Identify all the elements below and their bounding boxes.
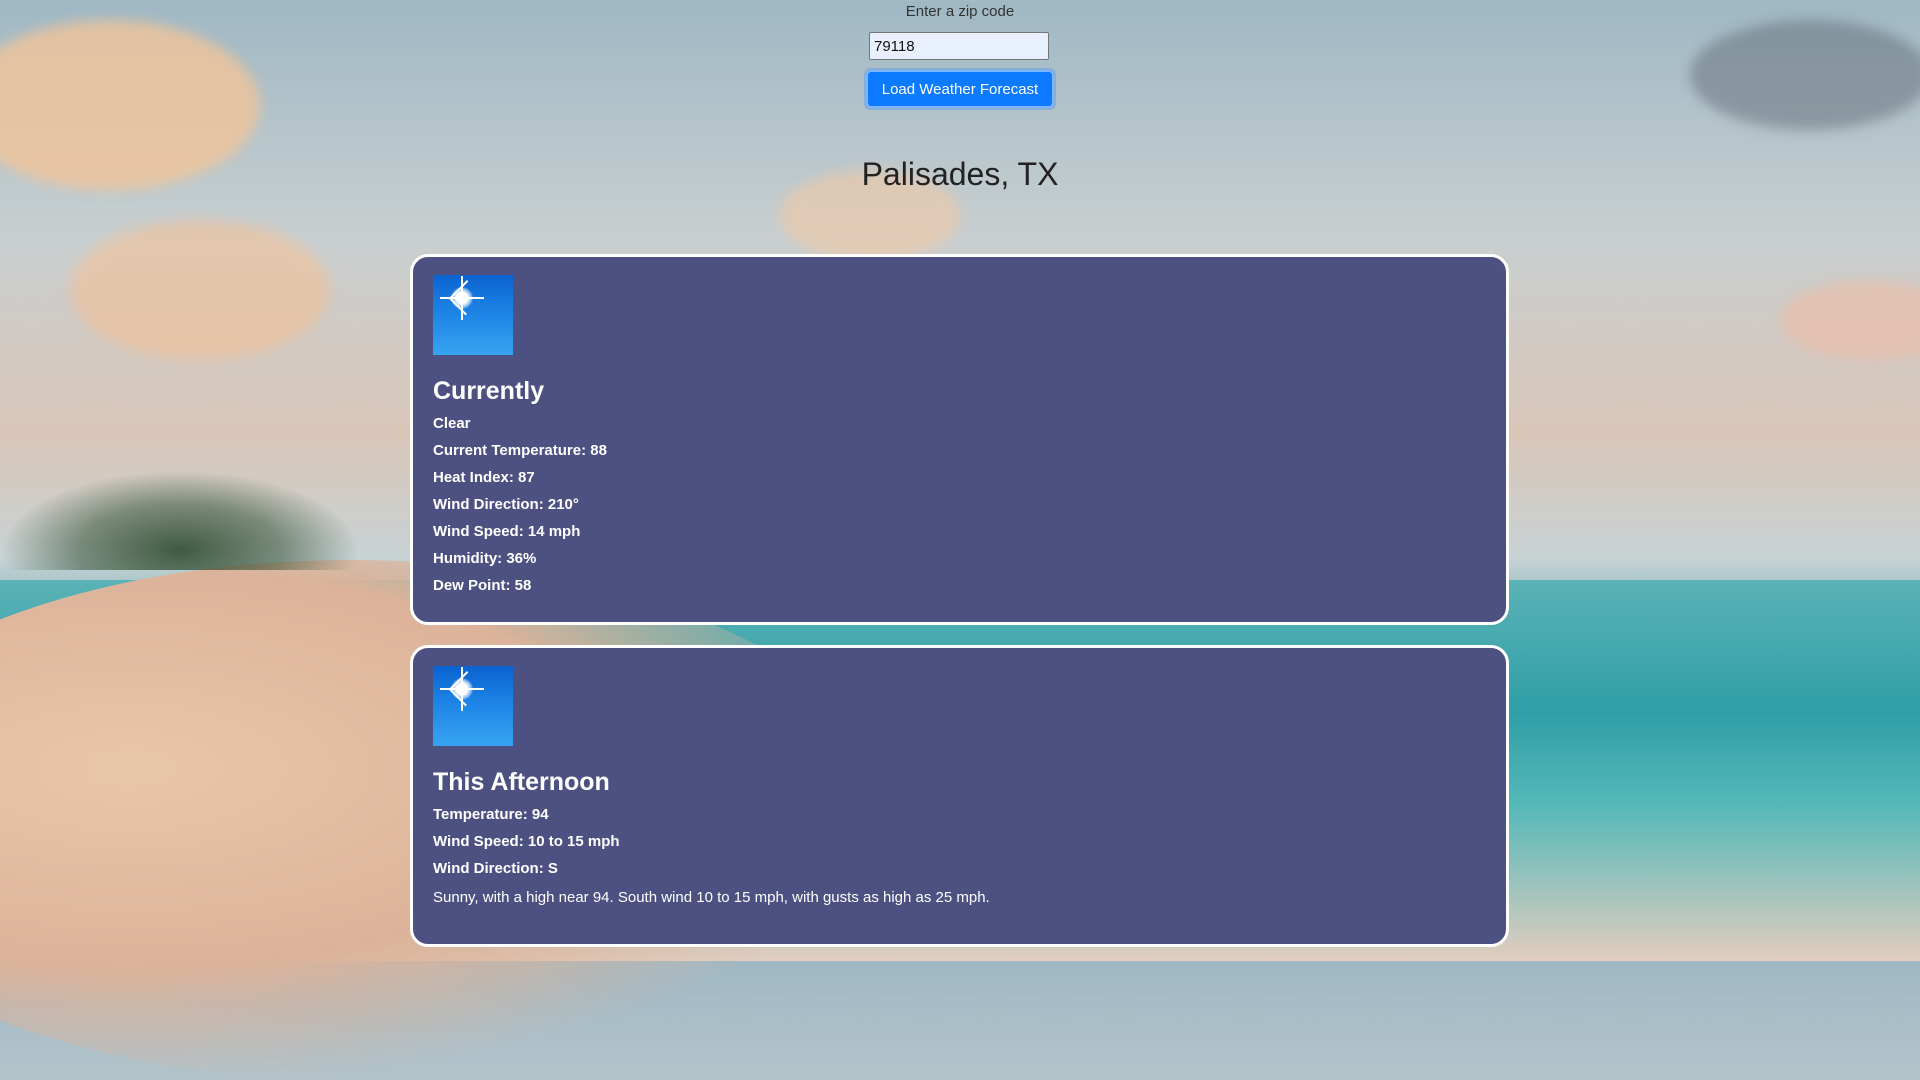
forecast-title: This Afternoon — [433, 768, 610, 796]
sunny-icon — [433, 666, 513, 746]
location-title: Palisades, TX — [861, 156, 1059, 192]
forecast-wind-speed: Wind Speed: 10 to 15 mph — [433, 833, 620, 850]
wind-speed: Wind Speed: 14 mph — [433, 523, 581, 540]
humidity: Humidity: 36% — [433, 550, 537, 567]
current-conditions-card: Currently Clear Current Temperature: 88 … — [410, 254, 1509, 625]
forecast-description: Sunny, with a high near 94. South wind 1… — [433, 889, 990, 906]
zip-code-label: Enter a zip code — [905, 3, 1015, 20]
forecast-period-card: This Afternoon Temperature: 94 Wind Spee… — [410, 645, 1509, 947]
load-weather-forecast-button[interactable]: Load Weather Forecast — [866, 70, 1054, 108]
sunny-icon — [433, 275, 513, 355]
forecast-wind-direction: Wind Direction: S — [433, 860, 558, 877]
dew-point: Dew Point: 58 — [433, 577, 532, 594]
current-title: Currently — [433, 377, 545, 405]
wind-direction: Wind Direction: 210° — [433, 496, 579, 513]
zip-code-input[interactable] — [869, 32, 1049, 60]
current-condition: Clear — [433, 415, 471, 432]
current-temperature: Current Temperature: 88 — [433, 442, 607, 459]
heat-index: Heat Index: 87 — [433, 469, 535, 486]
forecast-temperature: Temperature: 94 — [433, 806, 549, 823]
